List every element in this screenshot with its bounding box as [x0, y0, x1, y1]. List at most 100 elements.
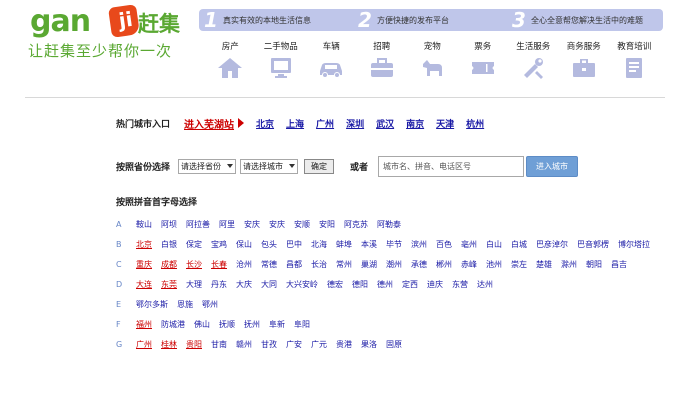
category-briefcase[interactable]: 招聘 — [357, 40, 408, 80]
category-dog[interactable]: 宠物 — [407, 40, 458, 80]
city-link[interactable]: 东营 — [452, 277, 468, 292]
city-link[interactable]: 抚顺 — [219, 317, 235, 332]
city-link[interactable]: 抚州 — [244, 317, 260, 332]
city-link[interactable]: 阿克苏 — [344, 217, 368, 232]
city-link[interactable]: 承德 — [411, 257, 427, 272]
ganji-logo[interactable]: gan ji 赶集 让赶集至少帮你一次 — [28, 2, 188, 66]
province-select[interactable]: 请选择省份 — [178, 158, 237, 174]
city-link[interactable]: 广元 — [311, 337, 327, 352]
city-link[interactable]: 大连 — [136, 277, 152, 292]
enter-city-button[interactable]: 进入城市 — [526, 155, 579, 177]
city-link[interactable]: 白城 — [511, 237, 527, 252]
hot-city-link[interactable]: 杭州 — [466, 120, 484, 130]
city-link[interactable]: 恩施 — [177, 297, 193, 312]
city-link[interactable]: 甘南 — [211, 337, 227, 352]
city-link[interactable]: 蚌埠 — [336, 237, 352, 252]
hot-city-link[interactable]: 天津 — [436, 120, 454, 130]
city-link[interactable]: 甘孜 — [261, 337, 277, 352]
hot-city-link[interactable]: 武汉 — [376, 120, 394, 130]
city-link[interactable]: 丹东 — [211, 277, 227, 292]
city-link[interactable]: 亳州 — [461, 237, 477, 252]
city-link[interactable]: 德阳 — [352, 277, 368, 292]
category-book[interactable]: 教育培训 — [609, 40, 660, 80]
city-link[interactable]: 大兴安岭 — [286, 277, 318, 292]
city-link[interactable]: 大同 — [261, 277, 277, 292]
category-case[interactable]: 商务服务 — [559, 40, 610, 80]
city-link[interactable]: 贵港 — [336, 337, 352, 352]
category-house[interactable]: 房产 — [205, 40, 256, 80]
confirm-button[interactable]: 确定 — [304, 158, 335, 174]
city-link[interactable]: 鄂尔多斯 — [136, 297, 168, 312]
city-link[interactable]: 桂林 — [161, 337, 177, 352]
category-tools[interactable]: 生活服务 — [508, 40, 559, 80]
city-link[interactable]: 阜阳 — [294, 317, 310, 332]
city-link[interactable]: 贵阳 — [186, 337, 202, 352]
category-monitor[interactable]: 二手物品 — [256, 40, 307, 80]
city-link[interactable]: 鄂州 — [202, 297, 218, 312]
city-link[interactable]: 白山 — [486, 237, 502, 252]
city-link[interactable]: 达州 — [477, 277, 493, 292]
city-link[interactable]: 东莞 — [161, 277, 177, 292]
city-link[interactable]: 北京 — [136, 237, 152, 252]
category-car[interactable]: 车辆 — [306, 40, 357, 80]
city-link[interactable]: 昌都 — [286, 257, 302, 272]
city-link[interactable]: 郴州 — [436, 257, 452, 272]
city-link[interactable]: 佛山 — [194, 317, 210, 332]
city-link[interactable]: 长沙 — [186, 257, 202, 272]
city-link[interactable]: 安庆 — [269, 217, 285, 232]
city-link[interactable]: 重庆 — [136, 257, 152, 272]
city-link[interactable]: 阿里 — [219, 217, 235, 232]
city-select[interactable]: 请选择城市 — [240, 158, 299, 174]
city-link[interactable]: 果洛 — [361, 337, 377, 352]
city-link[interactable]: 昌吉 — [611, 257, 627, 272]
city-link[interactable]: 沧州 — [236, 257, 252, 272]
city-link[interactable]: 长春 — [211, 257, 227, 272]
enter-current-city-link[interactable]: 进入芜湖站 — [184, 116, 234, 131]
city-link[interactable]: 池州 — [486, 257, 502, 272]
category-ticket[interactable]: 票务 — [458, 40, 509, 80]
city-link[interactable]: 安顺 — [294, 217, 310, 232]
city-link[interactable]: 博尔塔拉 — [618, 237, 650, 252]
city-link[interactable]: 巴中 — [286, 237, 302, 252]
city-link[interactable]: 巴彦淖尔 — [536, 237, 568, 252]
city-link[interactable]: 滁州 — [561, 257, 577, 272]
city-link[interactable]: 成都 — [161, 257, 177, 272]
city-link[interactable]: 定西 — [402, 277, 418, 292]
hot-city-link[interactable]: 广州 — [316, 120, 334, 130]
hot-city-link[interactable]: 北京 — [256, 120, 274, 130]
city-link[interactable]: 毕节 — [386, 237, 402, 252]
city-link[interactable]: 鞍山 — [136, 217, 152, 232]
city-link[interactable]: 阜新 — [269, 317, 285, 332]
city-link[interactable]: 楚雄 — [536, 257, 552, 272]
city-link[interactable]: 安庆 — [244, 217, 260, 232]
city-link[interactable]: 保山 — [236, 237, 252, 252]
city-link[interactable]: 常州 — [336, 257, 352, 272]
city-link[interactable]: 保定 — [186, 237, 202, 252]
city-link[interactable]: 广安 — [286, 337, 302, 352]
city-link[interactable]: 迪庆 — [427, 277, 443, 292]
city-link[interactable]: 朝阳 — [586, 257, 602, 272]
city-link[interactable]: 赣州 — [236, 337, 252, 352]
city-link[interactable]: 大理 — [186, 277, 202, 292]
city-link[interactable]: 德州 — [377, 277, 393, 292]
city-link[interactable]: 固原 — [386, 337, 402, 352]
city-link[interactable]: 福州 — [136, 317, 152, 332]
city-link[interactable]: 赤峰 — [461, 257, 477, 272]
hot-city-link[interactable]: 南京 — [406, 120, 424, 130]
city-link[interactable]: 常德 — [261, 257, 277, 272]
city-link[interactable]: 崇左 — [511, 257, 527, 272]
city-search-input[interactable]: 城市名、拼音、电话区号 — [378, 155, 525, 177]
city-link[interactable]: 防城港 — [161, 317, 185, 332]
city-link[interactable]: 阿坝 — [161, 217, 177, 232]
city-link[interactable]: 宝鸡 — [211, 237, 227, 252]
city-link[interactable]: 阿拉善 — [186, 217, 210, 232]
city-link[interactable]: 广州 — [136, 337, 152, 352]
city-link[interactable]: 大庆 — [236, 277, 252, 292]
city-link[interactable]: 潮州 — [386, 257, 402, 272]
city-link[interactable]: 白银 — [161, 237, 177, 252]
city-link[interactable]: 安阳 — [319, 217, 335, 232]
city-link[interactable]: 长治 — [311, 257, 327, 272]
hot-city-link[interactable]: 深圳 — [346, 120, 364, 130]
city-link[interactable]: 北海 — [311, 237, 327, 252]
city-link[interactable]: 德宏 — [327, 277, 343, 292]
